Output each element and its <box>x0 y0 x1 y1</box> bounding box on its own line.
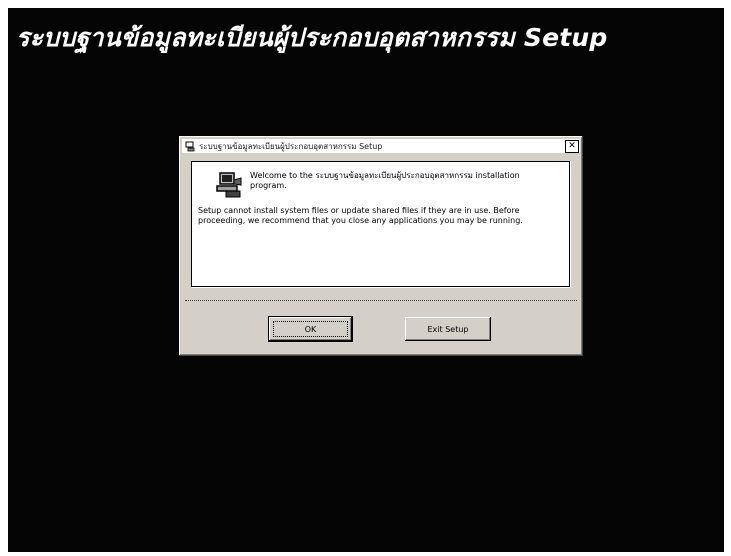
separator <box>185 300 577 301</box>
ok-button[interactable]: OK <box>268 316 353 342</box>
setup-background: ระบบฐานข้อมูลทะเบียนผู้ประกอบอุตสาหกรรม … <box>8 8 724 552</box>
setup-dialog: ระบบฐานข้อมูลทะเบียนผู้ประกอบอุตสาหกรรม … <box>179 136 583 356</box>
exit-setup-button[interactable]: Exit Setup <box>405 317 491 341</box>
focus-rectangle <box>273 321 348 337</box>
message-panel: Welcome to the ระบบฐานข้อมูลทะเบียนผู้ปร… <box>191 161 570 287</box>
dialog-title: ระบบฐานข้อมูลทะเบียนผู้ประกอบอุตสาหกรรม … <box>199 141 383 151</box>
setup-computer-icon <box>214 170 244 200</box>
welcome-text: Welcome to the ระบบฐานข้อมูลทะเบียนผู้ปร… <box>250 171 520 190</box>
dialog-titlebar[interactable]: ระบบฐานข้อมูลทะเบียนผู้ประกอบอุตสาหกรรม … <box>182 139 580 153</box>
banner-title: ระบบฐานข้อมูลทะเบียนผู้ประกอบอุตสาหกรรม … <box>16 23 608 52</box>
warning-message: Setup cannot install system files or upd… <box>198 206 523 225</box>
app-icon <box>184 140 196 152</box>
close-button[interactable]: ✕ <box>565 140 579 153</box>
close-icon: ✕ <box>568 141 576 151</box>
exit-setup-label: Exit Setup <box>427 324 469 334</box>
